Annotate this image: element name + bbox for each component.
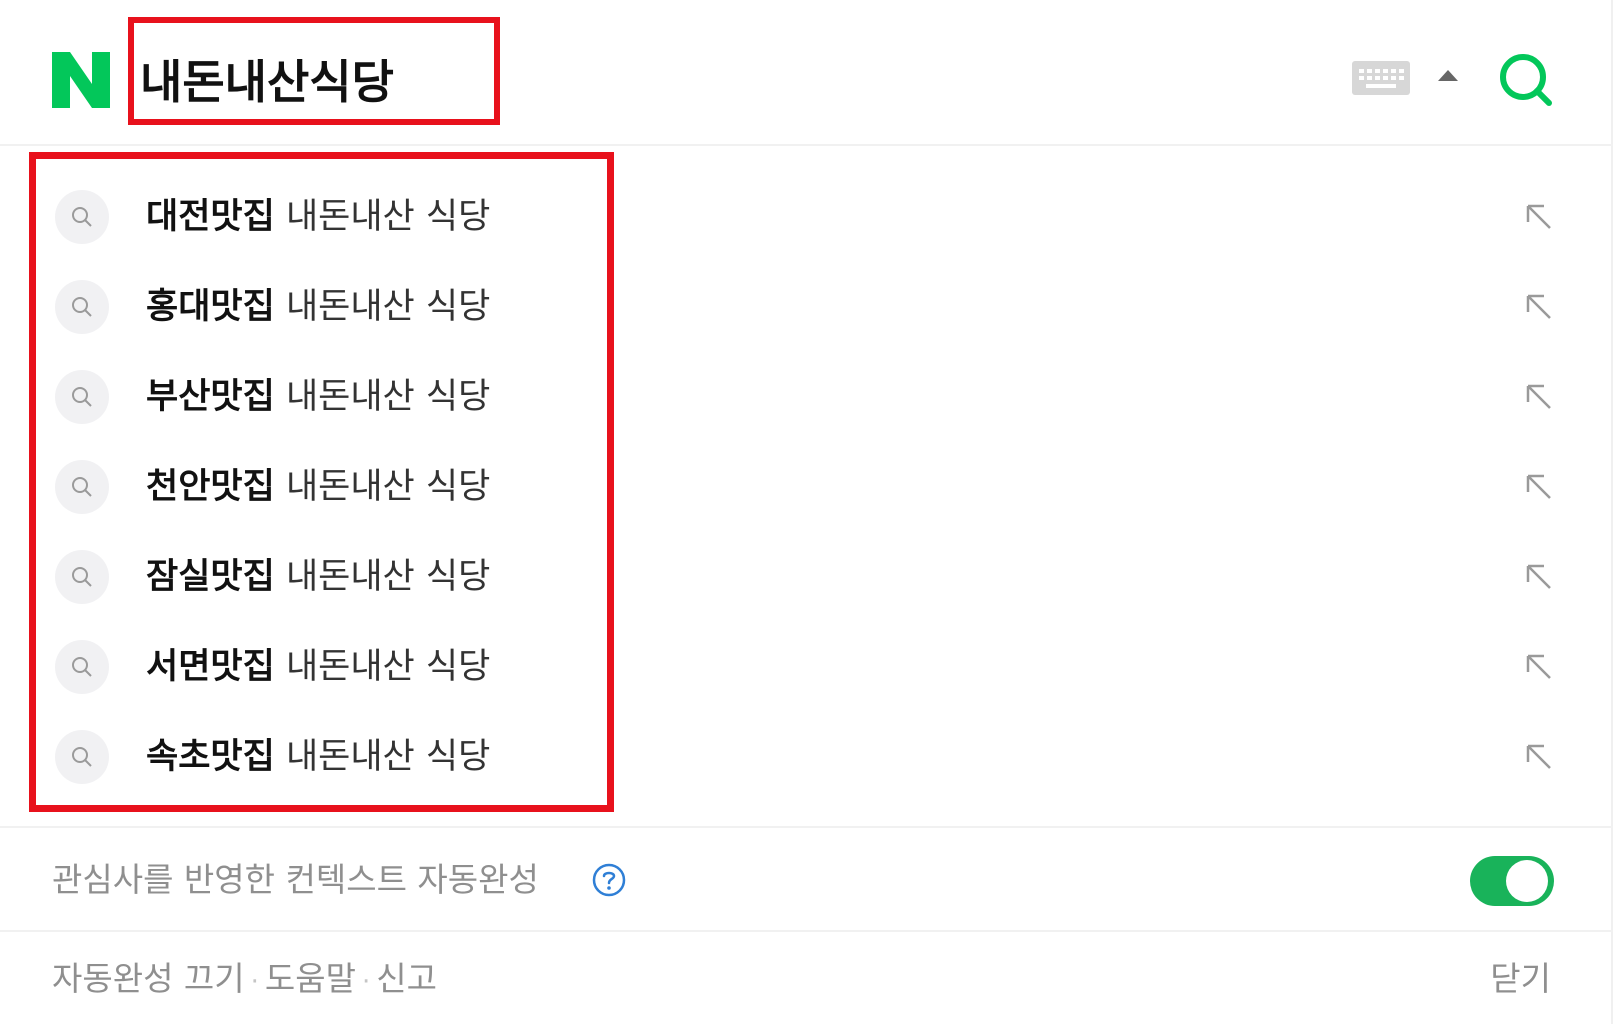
suggestion-item[interactable]: 천안맛집 내돈내산 식당 [0, 442, 1613, 532]
arrow-up-left-icon[interactable] [1524, 292, 1554, 322]
autocomplete-footer: 자동완성 끄기 · 도움말 · 신고 닫기 [0, 932, 1613, 1024]
suggestion-item[interactable]: 서면맛집 내돈내산 식당 [0, 622, 1613, 712]
suggestion-text: 홍대맛집 내돈내산 식당 [146, 287, 491, 327]
suggestion-item[interactable]: 속초맛집 내돈내산 식당 [0, 712, 1613, 802]
footer-links: 자동완성 끄기 · 도움말 · 신고 [52, 952, 437, 1009]
arrow-up-left-icon[interactable] [1524, 652, 1554, 682]
suggestion-text: 잠실맛집 내돈내산 식당 [146, 557, 491, 597]
magnifier-icon [55, 370, 109, 424]
suggestion-list: 대전맛집 내돈내산 식당 홍대맛집 내돈내산 식당 부산맛집 내돈내산 식당 천… [0, 172, 1613, 802]
suggestion-text: 부산맛집 내돈내산 식당 [146, 377, 491, 417]
autocomplete-off-link[interactable]: 자동완성 끄기 [52, 959, 245, 998]
context-autocomplete-toggle[interactable] [1470, 856, 1554, 906]
suggestion-text: 서면맛집 내돈내산 식당 [146, 647, 491, 687]
caret-up-icon[interactable] [1436, 66, 1460, 84]
separator: · [250, 967, 259, 997]
separator: · [362, 967, 371, 997]
magnifier-icon [55, 280, 109, 334]
magnifier-icon [55, 460, 109, 514]
magnifier-icon [55, 190, 109, 244]
suggestion-item[interactable]: 대전맛집 내돈내산 식당 [0, 172, 1613, 262]
suggestion-item[interactable]: 홍대맛집 내돈내산 식당 [0, 262, 1613, 352]
naver-logo-icon[interactable] [52, 52, 110, 108]
help-link[interactable]: 도움말 [265, 959, 356, 998]
magnifier-icon [55, 640, 109, 694]
toggle-knob [1506, 860, 1548, 902]
suggestion-item[interactable]: 부산맛집 내돈내산 식당 [0, 352, 1613, 442]
arrow-up-left-icon[interactable] [1524, 472, 1554, 502]
search-bar [0, 0, 1613, 146]
question-circle-icon[interactable] [592, 863, 626, 897]
context-autocomplete-label: 관심사를 반영한 컨텍스트 자동완성 [52, 860, 539, 899]
keyboard-icon[interactable] [1352, 61, 1410, 95]
suggestion-text: 천안맛집 내돈내산 식당 [146, 467, 491, 507]
context-autocomplete-row: 관심사를 반영한 컨텍스트 자동완성 [0, 826, 1613, 932]
search-button[interactable] [1496, 50, 1556, 110]
report-link[interactable]: 신고 [376, 959, 437, 998]
close-button[interactable]: 닫기 [1490, 952, 1551, 1006]
arrow-up-left-icon[interactable] [1524, 382, 1554, 412]
magnifier-icon [55, 550, 109, 604]
arrow-up-left-icon[interactable] [1524, 562, 1554, 592]
suggestion-text: 속초맛집 내돈내산 식당 [146, 737, 491, 777]
search-icon [1500, 54, 1552, 106]
arrow-up-left-icon[interactable] [1524, 742, 1554, 772]
arrow-up-left-icon[interactable] [1524, 202, 1554, 232]
suggestion-item[interactable]: 잠실맛집 내돈내산 식당 [0, 532, 1613, 622]
suggestion-text: 대전맛집 내돈내산 식당 [146, 197, 491, 237]
autocomplete-panel: 대전맛집 내돈내산 식당 홍대맛집 내돈내산 식당 부산맛집 내돈내산 식당 천… [0, 0, 1613, 1024]
search-input[interactable] [140, 42, 480, 116]
magnifier-icon [55, 730, 109, 784]
